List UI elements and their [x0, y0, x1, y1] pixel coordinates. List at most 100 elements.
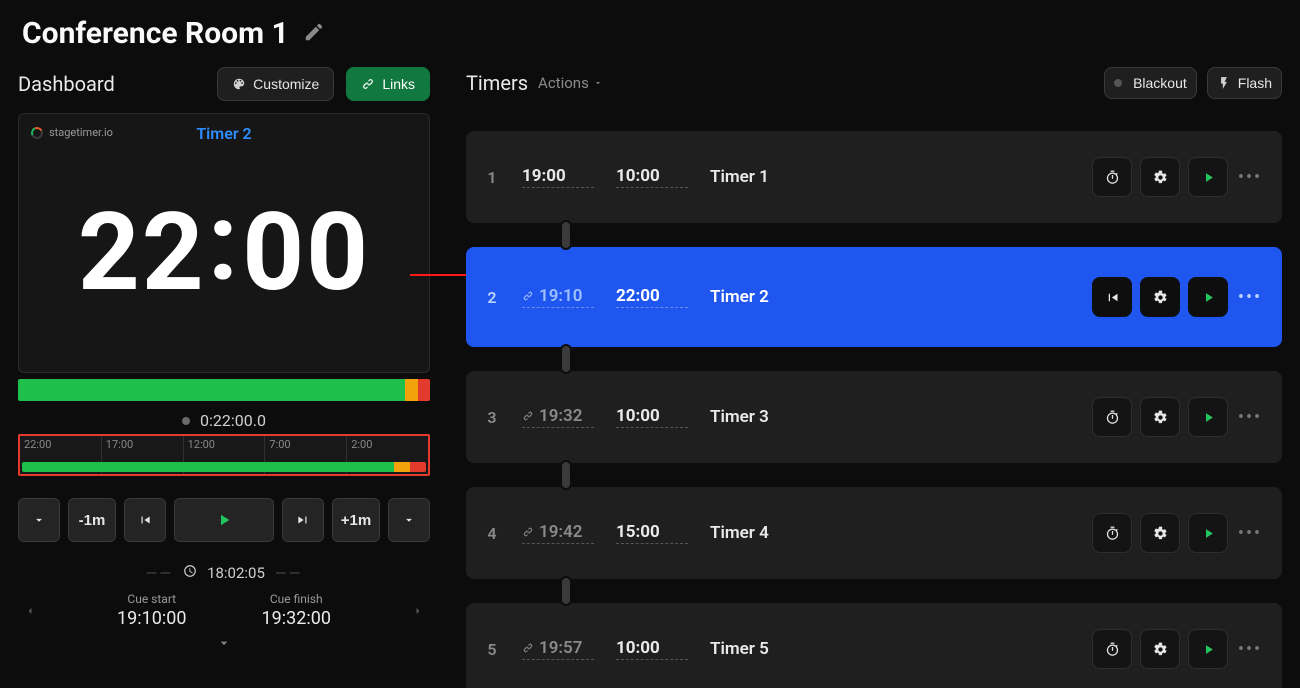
customize-label: Customize — [253, 76, 319, 92]
timer-duration[interactable]: 22:00 — [616, 286, 688, 308]
timer-start-time[interactable]: 19:57 — [522, 638, 594, 660]
clock-icon — [183, 564, 197, 582]
timer-play-button[interactable] — [1188, 157, 1228, 197]
timer-settings-button[interactable] — [1140, 513, 1180, 553]
timer-link-handle[interactable] — [560, 460, 572, 490]
timers-heading: Timers — [466, 71, 528, 95]
timer-duration[interactable]: 15:00 — [616, 522, 688, 544]
timer-row-actions: ••• — [1092, 629, 1264, 669]
timer-row[interactable]: 2 19:10 22:00 Timer 2 ••• — [466, 247, 1282, 347]
timer-play-button[interactable] — [1188, 397, 1228, 437]
gear-icon — [1153, 526, 1168, 541]
timer-more-button[interactable]: ••• — [1236, 523, 1264, 544]
big-minutes: 22 — [78, 190, 206, 316]
timer-index: 3 — [484, 408, 500, 427]
blackout-label: Blackout — [1133, 75, 1187, 91]
cue-prev-button[interactable] — [18, 605, 42, 617]
remaining-time: 0:22:00.0 — [200, 411, 266, 430]
timer-name[interactable]: Timer 4 — [710, 523, 1070, 544]
timer-more-button[interactable]: ••• — [1236, 407, 1264, 428]
timer-settings-button[interactable] — [1140, 277, 1180, 317]
timer-row-actions: ••• — [1092, 513, 1264, 553]
timer-index: 1 — [484, 168, 500, 187]
timer-settings-button[interactable] — [1140, 397, 1180, 437]
cue-start-label: Cue start — [117, 592, 186, 606]
gear-icon — [1153, 410, 1168, 425]
timer-name[interactable]: Timer 3 — [710, 407, 1070, 428]
cue-next-button[interactable] — [406, 605, 430, 617]
cue-start-block: Cue start 19:10:00 — [117, 592, 186, 629]
plus-1m-button[interactable]: +1m — [332, 498, 380, 542]
flash-button[interactable]: Flash — [1207, 67, 1282, 99]
timer-link-handle[interactable] — [560, 576, 572, 606]
timer-row[interactable]: 5 19:57 10:00 Timer 5 ••• — [466, 603, 1282, 688]
brand-logo: stagetimer.io — [31, 126, 113, 139]
stopwatch-button[interactable] — [1092, 157, 1132, 197]
cue-finish-value: 19:32:00 — [262, 608, 331, 629]
links-label: Links — [382, 76, 415, 92]
link-icon — [522, 290, 534, 302]
room-title: Conference Room 1 — [22, 16, 289, 51]
timer-link-handle[interactable] — [560, 220, 572, 250]
restart-timer-button[interactable] — [1092, 277, 1132, 317]
next-timer-button[interactable] — [282, 498, 324, 542]
customize-button[interactable]: Customize — [217, 67, 334, 101]
timer-settings-button[interactable] — [1140, 157, 1180, 197]
timer-index: 2 — [484, 288, 500, 307]
stopwatch-icon — [1105, 642, 1120, 657]
brand-name: stagetimer.io — [49, 126, 113, 139]
stopwatch-icon — [1105, 410, 1120, 425]
timer-play-button[interactable] — [1188, 277, 1228, 317]
timer-name[interactable]: Timer 5 — [710, 639, 1070, 660]
prev-timer-button[interactable] — [124, 498, 166, 542]
palette-icon — [232, 77, 246, 91]
blackout-status-icon — [1114, 79, 1122, 87]
timer-play-button[interactable] — [1188, 629, 1228, 669]
links-button[interactable]: Links — [346, 67, 430, 101]
timer-more-button[interactable]: ••• — [1236, 287, 1264, 308]
link-icon — [522, 642, 534, 654]
timer-link-handle[interactable] — [560, 344, 572, 374]
timer-start-time[interactable]: 19:42 — [522, 522, 594, 544]
timeline[interactable]: 22:0017:0012:007:002:00 — [18, 434, 430, 476]
blackout-button[interactable]: Blackout — [1104, 67, 1197, 99]
timer-play-button[interactable] — [1188, 513, 1228, 553]
timers-actions-dropdown[interactable]: Actions — [538, 74, 603, 92]
timer-start-time[interactable]: 19:10 — [522, 286, 594, 308]
play-icon — [1201, 526, 1216, 541]
timer-name[interactable]: Timer 1 — [710, 167, 1070, 188]
timer-row[interactable]: 3 19:32 10:00 Timer 3 ••• — [466, 371, 1282, 463]
timer-row[interactable]: 1 19:00 10:00 Timer 1 ••• — [466, 131, 1282, 223]
plus-menu-button[interactable] — [388, 498, 430, 542]
play-icon — [1201, 642, 1216, 657]
play-icon — [1201, 170, 1216, 185]
timer-settings-button[interactable] — [1140, 629, 1180, 669]
play-pause-button[interactable] — [174, 498, 274, 542]
expand-cues-button[interactable] — [216, 635, 232, 655]
timer-index: 5 — [484, 640, 500, 659]
link-icon — [361, 77, 375, 91]
minus-1m-button[interactable]: -1m — [68, 498, 116, 542]
timer-more-button[interactable]: ••• — [1236, 639, 1264, 660]
skip-start-icon — [1105, 290, 1120, 305]
timer-duration[interactable]: 10:00 — [616, 638, 688, 660]
cue-finish-block: Cue finish 19:32:00 — [262, 592, 331, 629]
timer-duration[interactable]: 10:00 — [616, 166, 688, 188]
timer-name[interactable]: Timer 2 — [710, 287, 1070, 308]
timer-more-button[interactable]: ••• — [1236, 167, 1264, 188]
timer-row-actions: ••• — [1092, 397, 1264, 437]
timer-start-time[interactable]: 19:00 — [522, 166, 594, 188]
stopwatch-button[interactable] — [1092, 513, 1132, 553]
timer-duration[interactable]: 10:00 — [616, 406, 688, 428]
stopwatch-button[interactable] — [1092, 397, 1132, 437]
divider-left: —— — [146, 564, 173, 582]
stopwatch-icon — [1105, 170, 1120, 185]
play-icon — [1201, 410, 1216, 425]
timer-row[interactable]: 419:4215:00Timer 4••• — [466, 487, 1282, 579]
timer-start-time[interactable]: 19:32 — [522, 406, 594, 428]
link-icon — [522, 526, 534, 538]
rename-room-button[interactable] — [303, 21, 325, 47]
stopwatch-button[interactable] — [1092, 629, 1132, 669]
minus-menu-button[interactable] — [18, 498, 60, 542]
dashboard-heading: Dashboard — [18, 72, 205, 96]
